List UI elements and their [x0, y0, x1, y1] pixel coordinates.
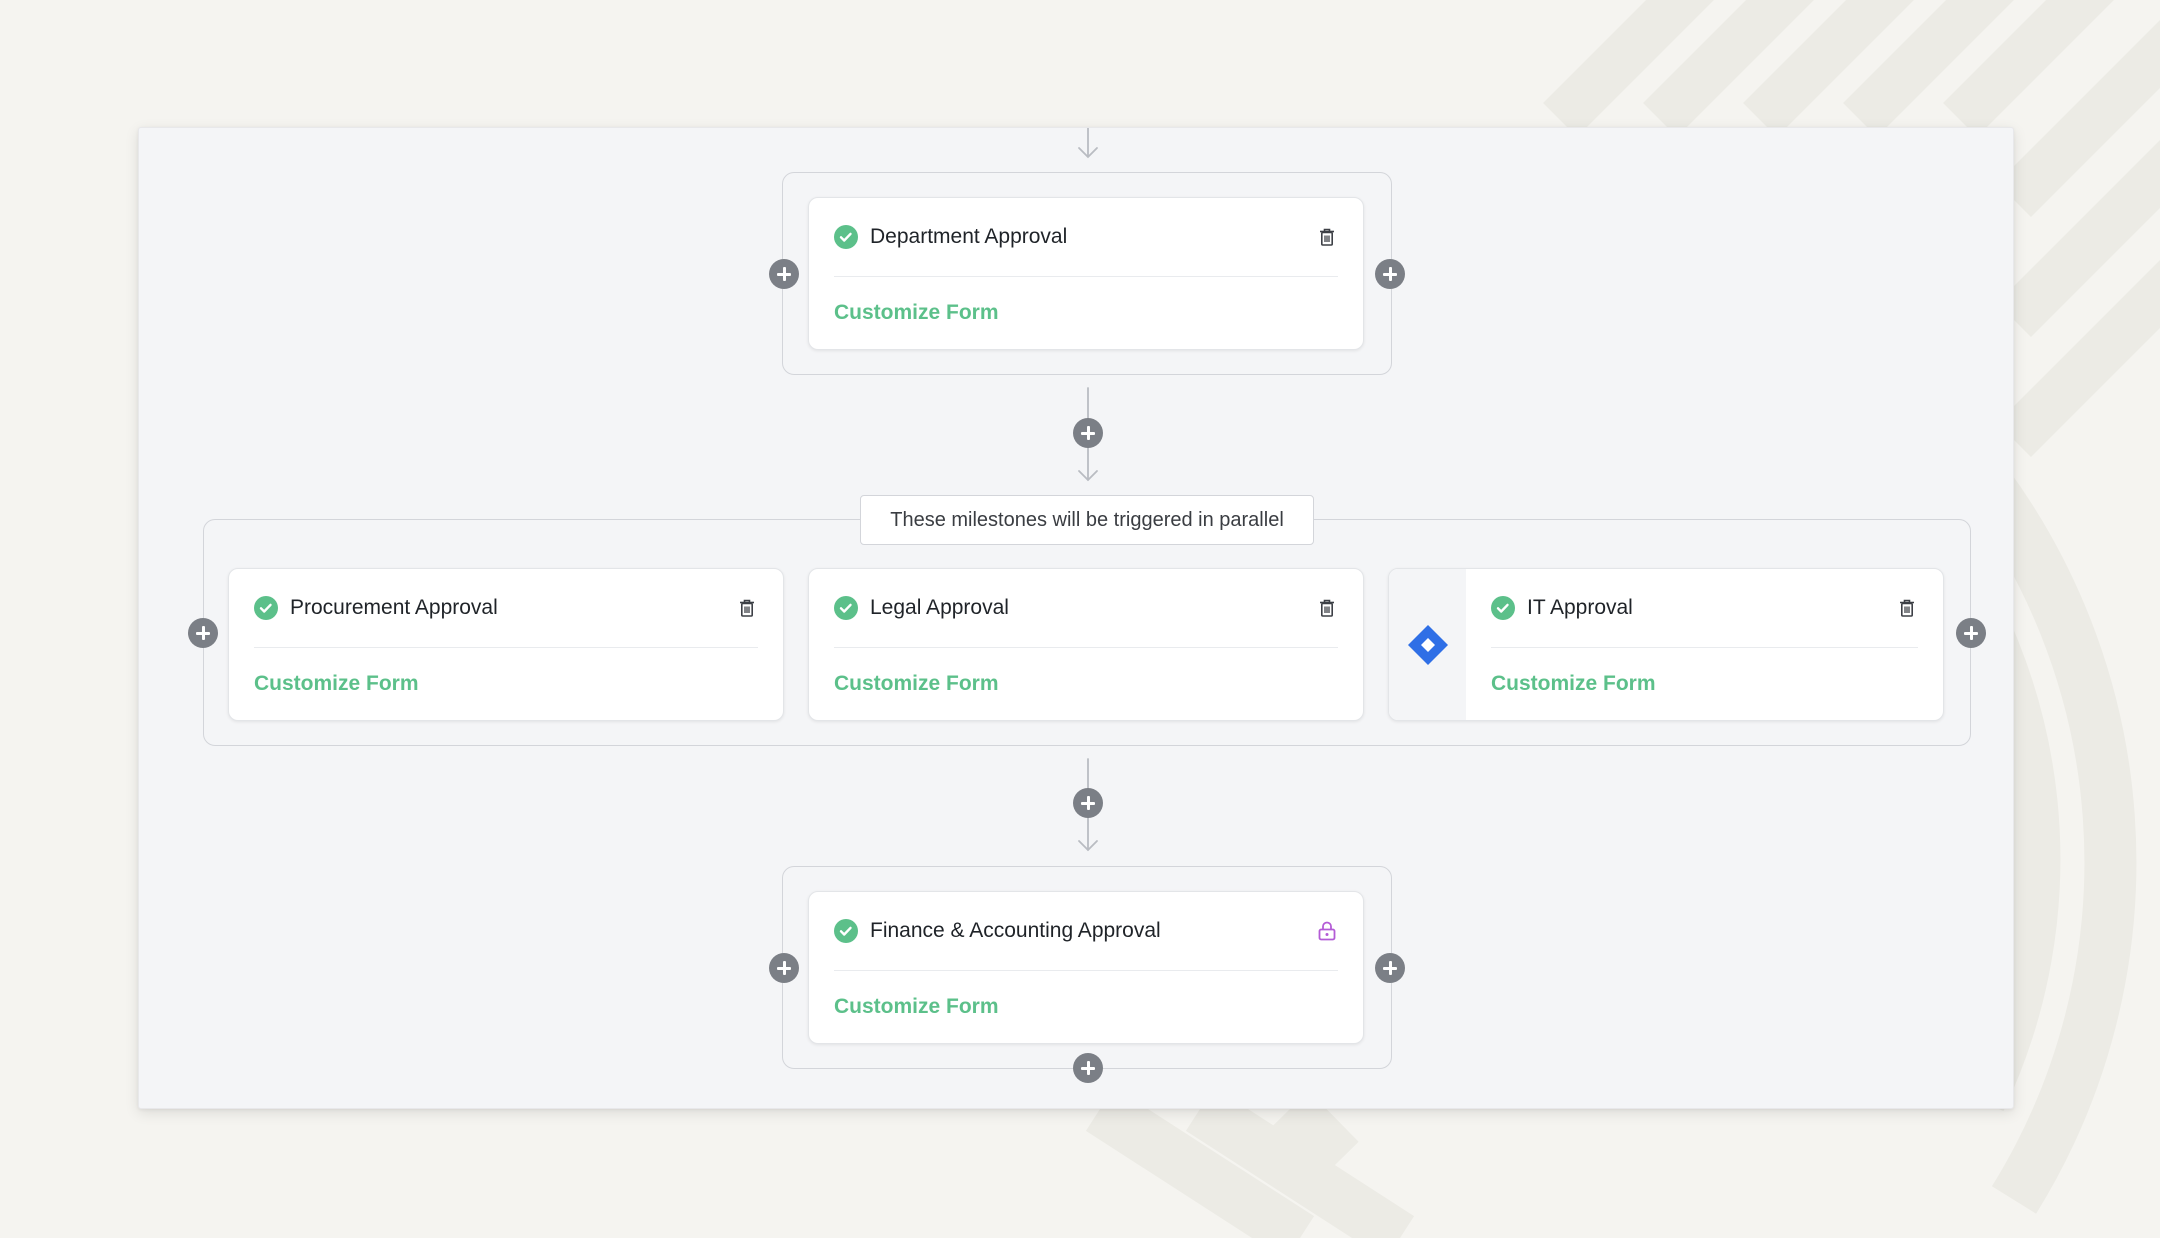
add-milestone-right-button[interactable]	[1375, 259, 1405, 289]
add-milestone-below-button[interactable]	[1073, 1053, 1103, 1083]
milestone-card-department-approval: Department Approval Customize Form	[808, 197, 1364, 350]
add-milestone-between-button[interactable]	[1073, 788, 1103, 818]
customize-form-link[interactable]: Customize Form	[834, 301, 1338, 325]
check-circle-icon	[254, 596, 278, 620]
add-milestone-right-button[interactable]	[1375, 953, 1405, 983]
check-circle-icon	[834, 225, 858, 249]
customize-form-link[interactable]: Customize Form	[254, 672, 758, 696]
trash-icon[interactable]	[1316, 597, 1338, 619]
add-milestone-left-button[interactable]	[769, 953, 799, 983]
trash-icon[interactable]	[1896, 597, 1918, 619]
milestone-title: Finance & Accounting Approval	[870, 919, 1161, 942]
check-circle-icon	[834, 919, 858, 943]
milestone-title: IT Approval	[1527, 596, 1633, 619]
jira-icon	[1407, 624, 1449, 666]
add-parallel-right-button[interactable]	[1956, 618, 1986, 648]
lock-icon[interactable]	[1316, 920, 1338, 942]
milestone-title: Procurement Approval	[290, 596, 498, 619]
workflow-canvas: Department Approval Customize Form These…	[138, 127, 2014, 1109]
customize-form-link[interactable]: Customize Form	[834, 995, 1338, 1019]
add-milestone-between-button[interactable]	[1073, 418, 1103, 448]
trash-icon[interactable]	[1316, 226, 1338, 248]
add-milestone-left-button[interactable]	[769, 259, 799, 289]
milestone-card-finance-approval: Finance & Accounting Approval Customize …	[808, 891, 1364, 1044]
milestone-title: Legal Approval	[870, 596, 1009, 619]
add-parallel-left-button[interactable]	[188, 618, 218, 648]
parallel-label: These milestones will be triggered in pa…	[860, 495, 1314, 545]
customize-form-link[interactable]: Customize Form	[1491, 672, 1918, 696]
milestone-card-procurement-approval: Procurement Approval Customize Form	[228, 568, 784, 721]
milestone-title: Department Approval	[870, 225, 1068, 248]
check-circle-icon	[834, 596, 858, 620]
check-circle-icon	[1491, 596, 1515, 620]
milestone-card-it-approval: IT Approval Customize Form	[1388, 568, 1944, 721]
milestone-card-legal-approval: Legal Approval Customize Form	[808, 568, 1364, 721]
customize-form-link[interactable]: Customize Form	[834, 672, 1338, 696]
trash-icon[interactable]	[736, 597, 758, 619]
